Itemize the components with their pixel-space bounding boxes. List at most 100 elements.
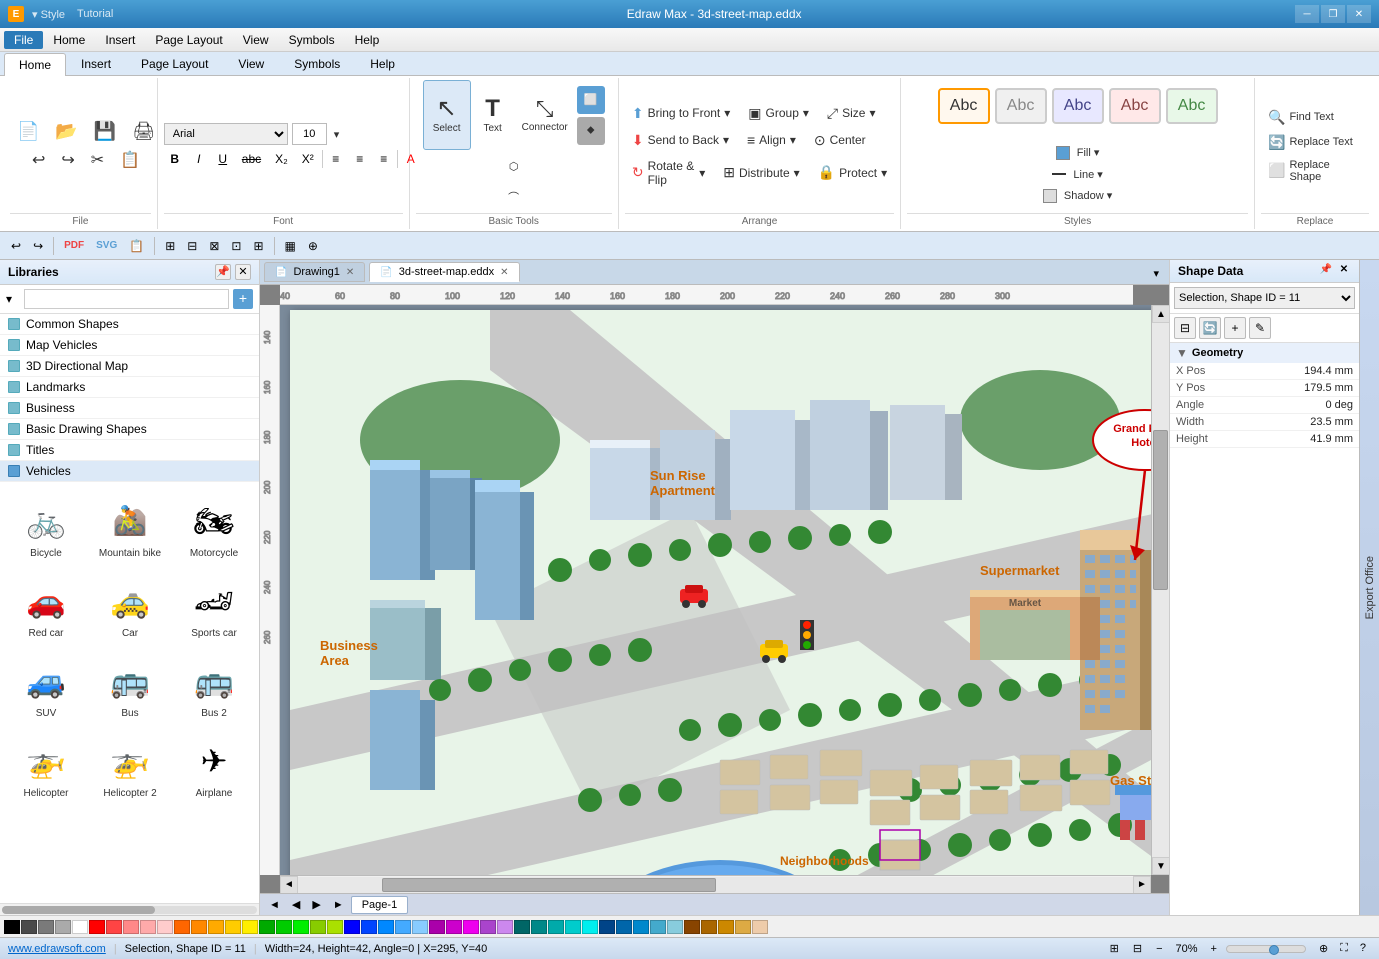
center-btn[interactable]: ⊙ Center — [807, 129, 873, 152]
sd-edit-btn[interactable]: ✎ — [1249, 317, 1271, 339]
v-scroll-track[interactable] — [1152, 323, 1169, 857]
color-swatch[interactable] — [565, 920, 581, 934]
status-fullscreen-btn[interactable]: ⛶ — [1335, 940, 1353, 957]
color-swatch[interactable] — [21, 920, 37, 934]
shape-id-select[interactable]: Selection, Shape ID = 11 — [1174, 287, 1355, 309]
zoom-slider[interactable] — [1226, 945, 1306, 953]
lib-item-helicopter[interactable]: 🚁 Helicopter — [6, 728, 86, 804]
color-swatch[interactable] — [310, 920, 326, 934]
align-center-btn[interactable]: ≡ — [349, 150, 371, 168]
page-nav-next-page-btn[interactable]: ▶ — [307, 896, 325, 913]
color-swatch[interactable] — [242, 920, 258, 934]
color-swatch[interactable] — [395, 920, 411, 934]
lib-cat-basic-drawing[interactable]: Basic Drawing Shapes — [0, 419, 259, 440]
style-btn-4[interactable]: Abc — [1109, 88, 1161, 124]
lib-item-sports-car[interactable]: 🏎 Sports car — [174, 568, 254, 644]
status-zoom-in-btn[interactable]: + — [1206, 941, 1222, 957]
lib-item-motorcycle[interactable]: 🏍 Motorcycle — [174, 488, 254, 564]
replace-shape-btn[interactable]: ⬜ Replace Shape — [1261, 156, 1369, 186]
status-zoom-out-btn[interactable]: − — [1151, 941, 1167, 957]
shape-data-pin-btn[interactable]: 📌 — [1319, 264, 1333, 278]
font-size-dropdown[interactable]: ▾ — [331, 125, 343, 144]
undo-quick-btn[interactable]: ↩ — [6, 236, 26, 256]
v-scroll-thumb[interactable] — [1153, 430, 1168, 590]
style-btn-3[interactable]: Abc — [1052, 88, 1104, 124]
status-fit-page-btn[interactable]: ⊞ — [1105, 940, 1124, 957]
scroll-down-btn[interactable]: ▼ — [1152, 857, 1169, 875]
lib-item-airplane[interactable]: ✈ Airplane — [174, 728, 254, 804]
text-tool-btn[interactable]: T Text — [473, 80, 513, 150]
color-swatch[interactable] — [718, 920, 734, 934]
title-tutorial-btn[interactable]: Tutorial — [77, 8, 113, 20]
libraries-close-btn[interactable]: ✕ — [235, 264, 251, 280]
lib-cat-common-shapes[interactable]: Common Shapes — [0, 314, 259, 335]
color-swatch[interactable] — [361, 920, 377, 934]
underline-btn[interactable]: U — [212, 150, 234, 168]
strikethrough-btn[interactable]: abc — [236, 150, 267, 168]
color-swatch[interactable] — [293, 920, 309, 934]
undo-btn[interactable]: ↩ — [25, 147, 52, 173]
lib-search-input[interactable] — [24, 289, 229, 309]
new-btn[interactable]: 📄 — [10, 118, 46, 145]
color-swatch[interactable] — [633, 920, 649, 934]
lib-item-bus[interactable]: 🚌 Bus — [90, 648, 170, 724]
status-help-btn[interactable]: ? — [1355, 940, 1371, 957]
lib-cat-titles[interactable]: Titles — [0, 440, 259, 461]
tb2-btn5[interactable]: ⊞ — [248, 236, 268, 256]
status-page-view-btn[interactable]: ⊕ — [1314, 940, 1333, 957]
shape-tool-2[interactable]: ⬥ — [577, 117, 605, 145]
scroll-up-btn[interactable]: ▲ — [1152, 305, 1169, 323]
lib-scroll-thumb[interactable] — [2, 906, 155, 914]
color-swatch[interactable] — [599, 920, 615, 934]
canvas-content[interactable]: Market — [280, 305, 1151, 875]
tb2-btn3[interactable]: ⊠ — [204, 236, 224, 256]
send-to-back-btn[interactable]: ⬇ Send to Back ▾ — [625, 129, 736, 152]
color-swatch[interactable] — [208, 920, 224, 934]
canvas-page[interactable]: Market — [290, 310, 1151, 875]
canvas-scrollbar-horizontal[interactable]: ◄ ► — [280, 875, 1151, 893]
color-swatch[interactable] — [480, 920, 496, 934]
lib-item-bicycle[interactable]: 🚲 Bicycle — [6, 488, 86, 564]
tb2-btn4[interactable]: ⊡ — [226, 236, 246, 256]
save-btn[interactable]: 💾 — [87, 118, 123, 145]
color-swatch[interactable] — [650, 920, 666, 934]
close-button[interactable]: ✕ — [1347, 5, 1371, 23]
color-swatch[interactable] — [701, 920, 717, 934]
menu-help[interactable]: Help — [345, 31, 390, 49]
print-btn[interactable]: 🖨 — [125, 118, 162, 145]
bring-to-front-btn[interactable]: ⬆ Bring to Front ▾ — [625, 102, 737, 125]
color-swatch[interactable] — [463, 920, 479, 934]
lib-item-helicopter2[interactable]: 🚁 Helicopter 2 — [90, 728, 170, 804]
sd-add-btn[interactable]: + — [1224, 317, 1246, 339]
color-swatch[interactable] — [123, 920, 139, 934]
redo-quick-btn[interactable]: ↪ — [28, 236, 48, 256]
page-nav-next-btn[interactable]: ► — [328, 897, 349, 913]
tb2-btn2[interactable]: ⊟ — [182, 236, 202, 256]
style-btn-5[interactable]: Abc — [1166, 88, 1218, 124]
shape-tool-1[interactable]: ⬜ — [577, 86, 605, 114]
align-right-btn[interactable]: ≡ — [373, 150, 395, 168]
size-btn[interactable]: ⤢ Size ▾ — [820, 102, 883, 125]
tab-insert[interactable]: Insert — [66, 52, 126, 75]
page-tab-1[interactable]: Page-1 — [351, 896, 408, 914]
restore-button[interactable]: ❐ — [1321, 5, 1345, 23]
export-office-panel[interactable]: Export Office — [1359, 260, 1379, 915]
group-btn[interactable]: ▣ Group ▾ — [741, 102, 816, 125]
tabs-dropdown-btn[interactable]: ▾ — [1147, 265, 1165, 282]
redo-btn[interactable]: ↪ — [54, 147, 81, 173]
export-btn[interactable]: 📋 — [124, 236, 149, 256]
font-size-input[interactable] — [292, 123, 327, 145]
zoom-slider-thumb[interactable] — [1269, 945, 1279, 955]
align-btn[interactable]: ≡ Align ▾ — [740, 129, 803, 151]
color-swatch[interactable] — [4, 920, 20, 934]
status-fit-width-btn[interactable]: ⊟ — [1128, 940, 1147, 957]
color-swatch[interactable] — [72, 920, 88, 934]
lib-item-bus2[interactable]: 🚌 Bus 2 — [174, 648, 254, 724]
line-btn[interactable]: Line ▾ — [1036, 165, 1119, 184]
italic-btn[interactable]: I — [188, 150, 210, 168]
menu-page-layout[interactable]: Page Layout — [145, 31, 232, 49]
tab-view[interactable]: View — [223, 52, 279, 75]
connector-tool-btn[interactable]: ⤡ Connector — [515, 80, 575, 150]
minimize-button[interactable]: ─ — [1295, 5, 1319, 23]
title-style-btn[interactable]: ▾ Style — [32, 8, 65, 21]
